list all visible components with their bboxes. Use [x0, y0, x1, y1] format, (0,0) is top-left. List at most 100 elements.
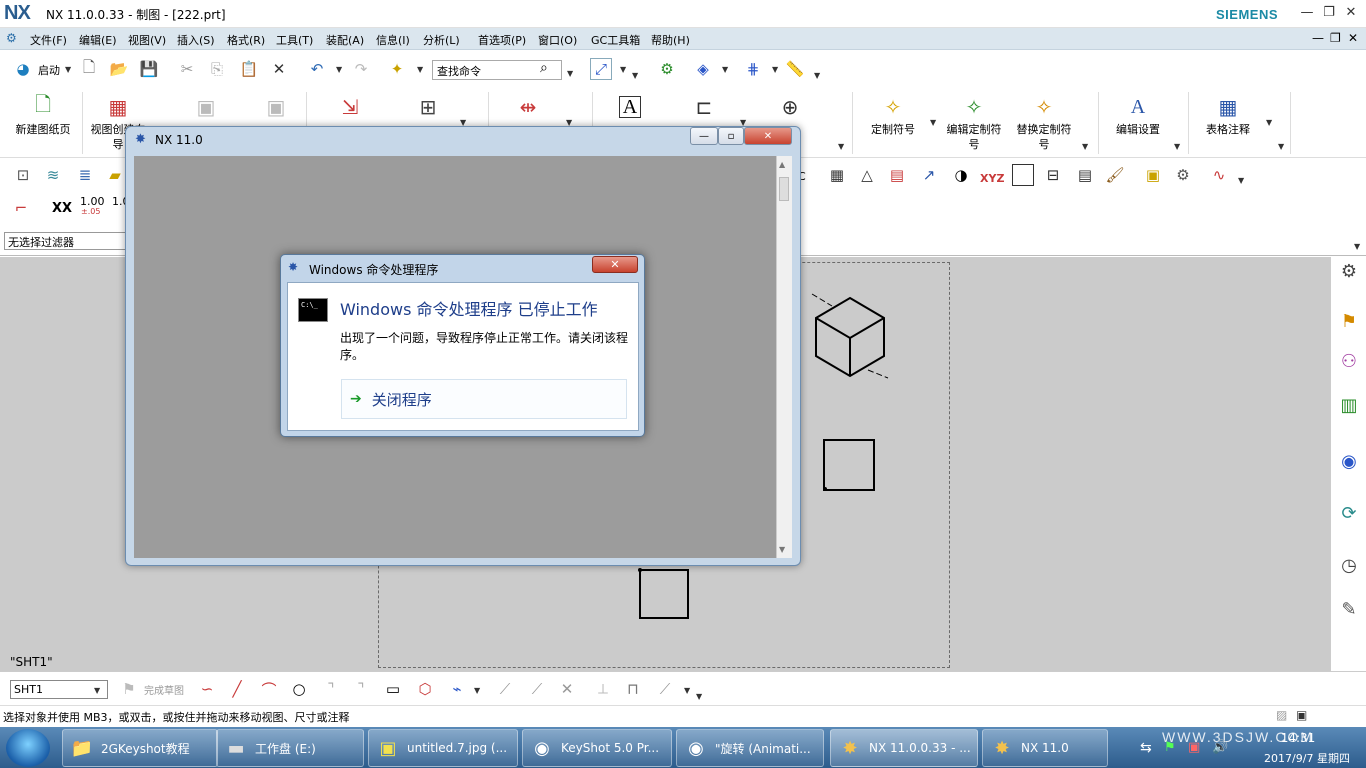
custom-symbol-button[interactable]: ✧ 定制符号 — [862, 88, 924, 158]
sketch-dropdown-icon-3[interactable]: ▼ — [696, 692, 702, 701]
task-nx-main[interactable]: ✸ NX 11.0.0.33 - ... — [830, 729, 978, 767]
task-keyshot[interactable]: ◉ KeyShot 5.0 Pr... — [522, 729, 672, 767]
measure-dropdown-icon[interactable]: ▼ — [814, 71, 820, 80]
isometric-view[interactable] — [808, 290, 892, 382]
reuse-library-icon[interactable]: ▥ — [1336, 392, 1362, 418]
ribbon-dropdown-icon[interactable]: ▼ — [1082, 142, 1088, 151]
search-dropdown-icon[interactable]: ▼ — [567, 69, 573, 78]
assembly-navigator-icon[interactable]: ⚇ — [1336, 348, 1362, 374]
undo-dropdown-icon[interactable]: ▼ — [336, 65, 342, 74]
layer-icon[interactable]: ≋ — [42, 164, 64, 186]
fit-view-icon[interactable]: ⤢ — [590, 58, 612, 80]
top-view-square[interactable] — [822, 438, 876, 492]
start-dropdown-icon[interactable]: ▼ — [65, 65, 71, 74]
trim-icon[interactable]: ⟋ — [494, 678, 516, 700]
grid-icon[interactable]: ⋕ — [742, 58, 764, 80]
part-list-icon[interactable]: ▣ — [1142, 164, 1164, 186]
tray-volume-icon[interactable]: 🔊 — [1212, 740, 1228, 755]
menu-help[interactable]: 帮助(H) — [651, 32, 690, 48]
menu-insert[interactable]: 插入(S) — [177, 32, 215, 48]
menu-view[interactable]: 视图(V) — [128, 32, 166, 48]
start-icon[interactable]: ◕ — [12, 58, 34, 80]
leader-icon[interactable]: ↗ — [918, 164, 940, 186]
target-point-icon[interactable]: ◑ — [950, 164, 972, 186]
clock-time[interactable]: 14:31 — [1278, 731, 1318, 745]
auto-constraint-icon[interactable]: ⟋ — [654, 678, 676, 700]
measure-icon[interactable]: 📏 — [784, 58, 806, 80]
task-nx-dialog[interactable]: ✸ NX 11.0 — [982, 729, 1108, 767]
triangle-icon[interactable]: △ — [856, 164, 878, 186]
finish-sketch-label[interactable]: 完成草图 — [144, 682, 184, 697]
fit-dropdown-icon[interactable]: ▼ — [620, 65, 626, 74]
new-file-icon[interactable]: 🗋 — [78, 58, 100, 80]
save-icon[interactable]: 💾 — [138, 58, 160, 80]
line-icon[interactable]: ╱ — [226, 678, 248, 700]
scroll-down-icon[interactable]: ▼ — [779, 545, 785, 554]
task-keyshot-folder[interactable]: 📁 2GKeyshot教程 — [62, 729, 218, 767]
full-screen-icon[interactable]: ▣ — [1296, 708, 1307, 722]
selection-dropdown-icon[interactable]: ▼ — [722, 65, 728, 74]
doc-close-icon[interactable]: ✕ — [1348, 31, 1358, 45]
id-symbol-icon[interactable]: ⊟ — [1042, 164, 1064, 186]
ribbon-dropdown-icon[interactable]: ▼ — [1174, 142, 1180, 151]
part-navigator-icon[interactable]: ⚑ — [1336, 308, 1362, 334]
nx-dialog-maximize-button[interactable]: ▫ — [718, 127, 744, 145]
menu-analysis[interactable]: 分析(L) — [423, 32, 460, 48]
nx-dialog-minimize-button[interactable]: — — [690, 127, 718, 145]
text-box-icon[interactable]: ▤ — [1074, 164, 1096, 186]
menu-info[interactable]: 信息(I) — [376, 32, 410, 48]
sketch-dropdown-icon[interactable]: ▼ — [474, 686, 480, 695]
dimension-style-icon[interactable]: ⌐ — [10, 197, 32, 219]
task-image-viewer[interactable]: ▣ untitled.7.jpg (... — [368, 729, 518, 767]
blank-box-icon[interactable] — [1012, 164, 1034, 186]
close-program-button[interactable]: ➔ 关闭程序 — [341, 379, 627, 419]
dimension-constraint-icon[interactable]: ⊓ — [622, 678, 644, 700]
menu-format[interactable]: 格式(R) — [227, 32, 265, 48]
ribbon-dropdown-icon[interactable]: ▼ — [1266, 118, 1272, 127]
error-dialog-close-button[interactable]: ✕ — [592, 256, 638, 273]
settings-gear-icon[interactable]: ⚙ — [1172, 164, 1194, 186]
table-note-button[interactable]: ▦ 表格注释 — [1200, 88, 1256, 158]
start-button[interactable] — [6, 729, 50, 767]
minimize-button[interactable]: — — [1296, 4, 1318, 22]
drawing-view-icon[interactable]: ⊡ — [12, 164, 34, 186]
front-view-square[interactable] — [638, 568, 692, 622]
table-cell-icon[interactable]: ▦ — [826, 164, 848, 186]
corner-icon[interactable]: ✕ — [556, 678, 578, 700]
dimension-xx[interactable]: XX — [52, 201, 72, 216]
role-icon[interactable]: ✎ — [1336, 596, 1362, 622]
search-icon[interactable]: ⌕ — [540, 60, 548, 76]
copy-icon[interactable]: ⎘ — [206, 58, 228, 80]
xyz-icon[interactable]: XYZ — [980, 172, 1004, 185]
delete-icon[interactable]: ✕ — [268, 58, 290, 80]
undo-icon[interactable]: ↶ — [306, 58, 328, 80]
menu-window[interactable]: 窗口(O) — [538, 32, 577, 48]
constraint-icon[interactable]: ⟂ — [592, 678, 614, 700]
nx-dialog-close-button[interactable]: ✕ — [744, 127, 792, 145]
polygon-icon[interactable]: ⬡ — [414, 678, 436, 700]
profile-icon[interactable]: ∽ — [196, 678, 218, 700]
scroll-up-icon[interactable]: ▲ — [779, 160, 785, 169]
selection-icon[interactable]: ◈ — [692, 58, 714, 80]
layer-tool-icon[interactable]: ▰ — [104, 164, 126, 186]
rectangle-icon[interactable]: ▭ — [382, 678, 404, 700]
open-folder-icon[interactable]: 📂 — [108, 58, 130, 80]
filterbar-dropdown-icon[interactable]: ▼ — [1354, 242, 1360, 251]
sheet-select-dropdown-icon[interactable]: ▼ — [94, 686, 100, 695]
grid-dropdown-icon[interactable]: ▼ — [772, 65, 778, 74]
start-label[interactable]: 启动 — [38, 62, 60, 78]
edit-settings-button[interactable]: A 编辑设置 — [1108, 88, 1168, 158]
snap-icon[interactable]: ⚙ — [656, 58, 678, 80]
toolbar-options-icon[interactable]: ▼ — [632, 71, 638, 80]
finish-sketch-icon[interactable]: ⚑ — [118, 678, 140, 700]
doc-minimize-icon[interactable]: — — [1312, 31, 1324, 45]
paste-icon[interactable]: 📋 — [238, 58, 260, 80]
tray-monitor-icon[interactable]: ▣ — [1188, 740, 1200, 755]
tray-flag-icon[interactable]: ⚑ — [1164, 740, 1176, 755]
resource-settings-icon[interactable]: ⚙ — [1336, 258, 1362, 284]
arc-icon[interactable]: ⌒ — [258, 678, 280, 700]
cut-icon[interactable]: ✂ — [176, 58, 198, 80]
scroll-thumb[interactable] — [779, 177, 789, 201]
new-sheet-button[interactable]: 🗋 新建图纸页 — [8, 88, 78, 158]
menu-edit[interactable]: 编辑(E) — [79, 32, 117, 48]
